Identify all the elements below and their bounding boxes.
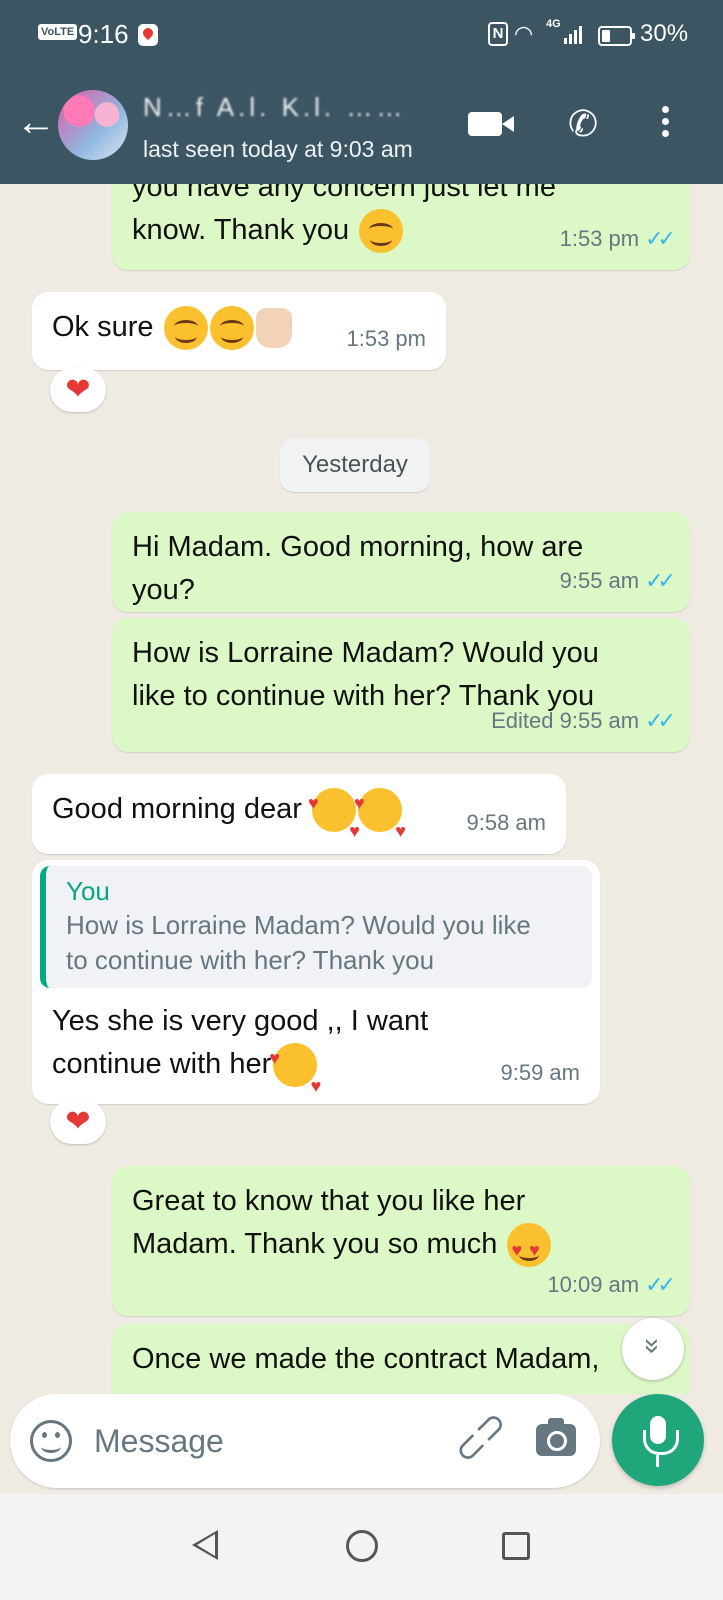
message-text: How is Lorraine Madam? Would you (132, 637, 599, 669)
battery-percent: 30% (640, 20, 689, 47)
battery-icon (598, 26, 635, 46)
nav-home-icon[interactable] (346, 1530, 378, 1562)
message-time: 1:53 pm (559, 226, 640, 251)
message-time: 10:09 am (547, 1272, 640, 1297)
contact-name[interactable]: N…f A.l. K.l. …… (143, 92, 406, 123)
smiling-face-icon (163, 306, 208, 351)
message-meta: 10:09 am ✓✓ (547, 1263, 676, 1306)
nav-back-icon[interactable] (192, 1530, 218, 1560)
message-bubble-outgoing[interactable]: Once we made the contract Madam, (112, 1324, 690, 1394)
message-bubble-outgoing[interactable]: you have any concern just let me know. T… (112, 184, 690, 270)
message-time: 9:59 am (500, 1060, 581, 1085)
chat-area[interactable]: you have any concern just let me know. T… (0, 184, 723, 1394)
smiling-face-with-hearts-icon (308, 782, 360, 853)
nfc-icon: N (488, 22, 508, 46)
message-bubble-outgoing[interactable]: Hi Madam. Good morning, how are you? 9:5… (112, 512, 690, 612)
mic-button[interactable] (612, 1394, 704, 1486)
last-seen-status: last seen today at 9:03 am (143, 136, 413, 162)
signal-icon (564, 26, 582, 44)
app-header: VoLTE 9:16 N ◠ 4G 30% ← N…f A.l. K.l. ……… (0, 0, 723, 184)
heart-eyes-icon (507, 1223, 552, 1272)
quote-author: You (66, 876, 110, 906)
read-receipt-icon: ✓✓ (645, 226, 676, 251)
chevron-double-down-icon: » (637, 1338, 669, 1354)
message-text: Great to know that you like her (132, 1185, 526, 1217)
read-receipt-icon: ✓✓ (645, 1272, 676, 1297)
edited-label: Edited (491, 708, 554, 733)
voice-call-icon[interactable]: ✆ (568, 104, 598, 144)
system-nav-bar (0, 1494, 723, 1600)
message-input[interactable] (94, 1414, 424, 1468)
message-time: 9:55 am (559, 708, 640, 733)
video-call-icon[interactable] (468, 112, 514, 136)
quoted-message[interactable]: You How is Lorraine Madam? Would you lik… (40, 866, 592, 988)
message-bubble-incoming[interactable]: Ok sure 1:53 pm (32, 292, 446, 370)
quote-text: to continue with her? Thank you (66, 945, 435, 975)
attach-icon[interactable]: ⊂⊃ (444, 1401, 516, 1473)
heart-reaction[interactable]: ❤ (50, 368, 106, 412)
wifi-icon: ◠ (514, 21, 534, 46)
message-text: Madam. Thank you so much (132, 1223, 670, 1272)
message-text: Yes she is very good ,, I want (52, 1005, 429, 1037)
volte-badge: VoLTE (38, 24, 78, 40)
quote-text: How is Lorraine Madam? Would you like (66, 910, 531, 940)
read-receipt-icon: ✓✓ (645, 708, 676, 733)
message-time: 9:58 am (466, 810, 547, 835)
message-meta: 1:53 pm ✓✓ (559, 217, 676, 260)
scroll-to-bottom-button[interactable]: » (622, 1318, 684, 1380)
location-icon (138, 24, 158, 46)
message-meta: Edited 9:55 am ✓✓ (491, 699, 676, 742)
camera-icon[interactable] (536, 1418, 576, 1456)
message-bubble-incoming[interactable]: Good morning dear 9:58 am (32, 774, 566, 854)
message-time: 1:53 pm (346, 326, 427, 351)
smiling-face-icon (359, 209, 404, 254)
smiling-face-icon (209, 306, 254, 351)
message-composer: ⊂⊃ (10, 1394, 600, 1488)
date-separator: Yesterday (280, 438, 430, 492)
message-bubble-outgoing[interactable]: How is Lorraine Madam? Would you like to… (112, 618, 690, 752)
mic-icon (656, 1455, 659, 1467)
nav-recents-icon[interactable] (502, 1532, 530, 1560)
smiling-face-with-hearts-icon (354, 782, 406, 853)
message-bubble-outgoing[interactable]: Great to know that you like her Madam. T… (112, 1166, 690, 1316)
contact-avatar[interactable] (58, 90, 128, 160)
back-arrow-icon[interactable]: ← (16, 102, 56, 142)
message-bubble-incoming[interactable]: You How is Lorraine Madam? Would you lik… (32, 860, 600, 1108)
message-meta: 9:55 am ✓✓ (559, 559, 676, 602)
message-text: Once we made the contract Madam, (132, 1343, 600, 1375)
status-time: 9:16 (78, 19, 129, 49)
message-time: 9:55 am (559, 568, 640, 593)
thumbs-up-icon (255, 308, 292, 349)
heart-reaction[interactable]: ❤ (50, 1100, 106, 1144)
more-vert-icon[interactable] (660, 106, 670, 142)
status-bar: VoLTE 9:16 N ◠ 4G 30% (0, 16, 723, 56)
emoji-icon[interactable] (30, 1420, 72, 1462)
message-text: you have any concern just let me (132, 184, 556, 203)
smiling-face-with-hearts-icon (269, 1037, 321, 1108)
network-type: 4G (546, 18, 561, 30)
read-receipt-icon: ✓✓ (645, 568, 676, 593)
